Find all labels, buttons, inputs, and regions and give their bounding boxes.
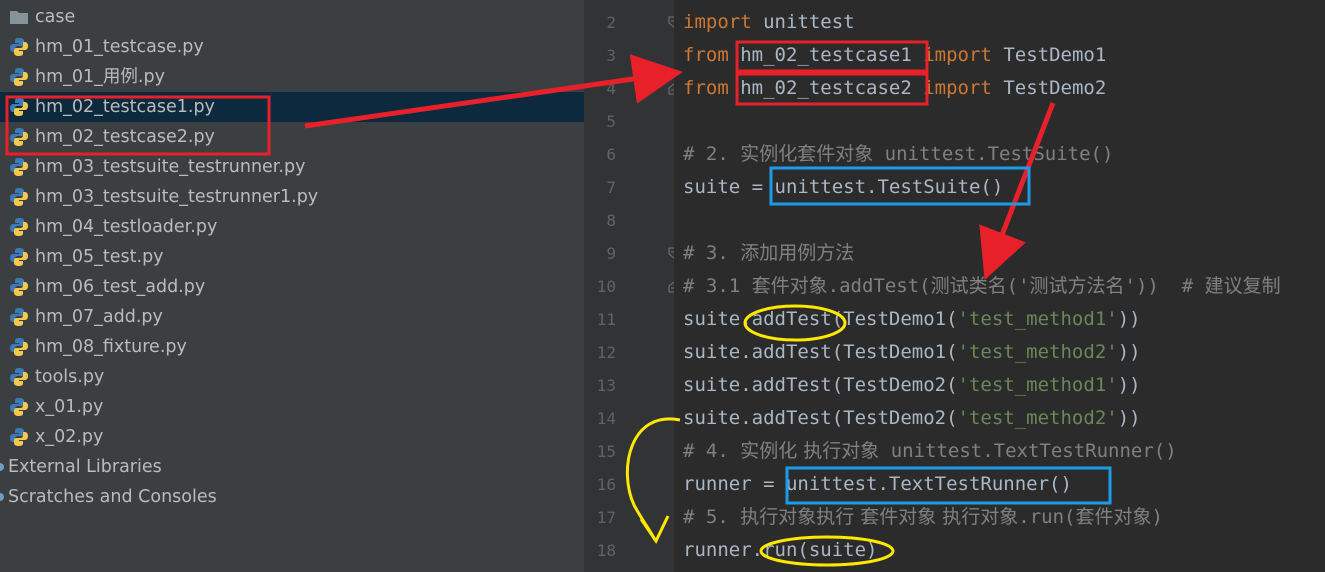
scratches-icon bbox=[0, 493, 4, 501]
python-file-icon bbox=[10, 158, 28, 176]
code-line-11: suite.addTest(TestDemo1('test_method1')) bbox=[683, 308, 1141, 330]
line-number: 16 bbox=[596, 475, 616, 494]
python-file-icon bbox=[10, 338, 28, 356]
tree-item-label: x_01.py bbox=[35, 397, 104, 417]
python-file-icon bbox=[10, 278, 28, 296]
line-number: 4 bbox=[606, 79, 616, 98]
line-number: 7 bbox=[606, 178, 616, 197]
tree-item-label: hm_01_testcase.py bbox=[35, 37, 204, 57]
tree-item-label: tools.py bbox=[35, 367, 105, 387]
tree-item-file[interactable]: x_02.py bbox=[0, 422, 584, 452]
tree-item-label: hm_01_用例.py bbox=[35, 67, 165, 87]
code-line-9: # 3. 添加用例方法 bbox=[683, 242, 855, 264]
code-line-13: suite.addTest(TestDemo2('test_method1')) bbox=[683, 374, 1141, 396]
python-file-icon bbox=[10, 218, 28, 236]
line-number: 3 bbox=[606, 46, 616, 65]
python-file-icon bbox=[10, 188, 28, 206]
tree-item-file[interactable]: hm_08_fixture.py bbox=[0, 332, 584, 362]
library-icon bbox=[0, 463, 4, 471]
tree-item-label: case bbox=[35, 7, 76, 27]
tree-item-file[interactable]: hm_02_testcase2.py bbox=[0, 122, 584, 152]
line-number: 8 bbox=[606, 211, 616, 230]
code-line-6: # 2. 实例化套件对象 unittest.TestSuite() bbox=[683, 143, 1114, 165]
tree-item-file[interactable]: tools.py bbox=[0, 362, 584, 392]
tree-item-label: Scratches and Consoles bbox=[8, 487, 217, 507]
python-file-icon bbox=[10, 398, 28, 416]
tree-item-file[interactable]: hm_03_testsuite_testrunner1.py bbox=[0, 182, 584, 212]
tree-item-file[interactable]: hm_04_testloader.py bbox=[0, 212, 584, 242]
python-file-icon bbox=[10, 308, 28, 326]
line-number: 5 bbox=[606, 112, 616, 131]
code-line-15: # 4. 实例化 执行对象 unittest.TextTestRunner() bbox=[683, 440, 1177, 462]
code-line-3: from hm_02_testcase1 import TestDemo1 bbox=[683, 44, 1107, 66]
code-line-4: from hm_02_testcase2 import TestDemo2 bbox=[683, 77, 1107, 99]
line-number: 2 bbox=[606, 13, 616, 32]
code-line-14: suite.addTest(TestDemo2('test_method2')) bbox=[683, 407, 1141, 429]
python-file-icon bbox=[10, 98, 28, 116]
tree-item-label: hm_06_test_add.py bbox=[35, 277, 206, 297]
tree-item-label: External Libraries bbox=[8, 457, 162, 477]
python-file-icon bbox=[10, 428, 28, 446]
folder-icon bbox=[10, 11, 28, 24]
tree-item-label: hm_02_testcase1.py bbox=[35, 97, 215, 117]
line-number: 15 bbox=[596, 442, 616, 461]
line-number: 11 bbox=[596, 310, 616, 329]
line-number: 13 bbox=[596, 376, 616, 395]
python-file-icon bbox=[10, 38, 28, 56]
code-line-10: # 3.1 套件对象.addTest(测试类名('测试方法名')) # 建议复制 bbox=[683, 275, 1281, 297]
tree-item-file[interactable]: hm_01_testcase.py bbox=[0, 32, 584, 62]
tree-item-file[interactable]: hm_07_add.py bbox=[0, 302, 584, 332]
tree-item-external-libraries[interactable]: External Libraries bbox=[0, 452, 584, 482]
tree-item-label: hm_03_testsuite_testrunner1.py bbox=[35, 187, 319, 207]
tree-item-file[interactable]: hm_02_testcase1.py bbox=[0, 92, 584, 122]
tree-item-label: hm_08_fixture.py bbox=[35, 337, 187, 357]
line-number: 17 bbox=[596, 508, 616, 527]
line-number: 10 bbox=[596, 277, 616, 296]
python-file-icon bbox=[10, 68, 28, 86]
line-number: 9 bbox=[606, 244, 616, 263]
code-line-12: suite.addTest(TestDemo1('test_method2')) bbox=[683, 341, 1141, 363]
tree-item-label: hm_03_testsuite_testrunner.py bbox=[35, 157, 306, 177]
tree-item-file[interactable]: hm_06_test_add.py bbox=[0, 272, 584, 302]
project-tree: case hm_01_testcase.py hm_01_用例.py hm_02_t… bbox=[0, 0, 584, 572]
line-number: 14 bbox=[596, 409, 616, 428]
tree-item-file[interactable]: hm_05_test.py bbox=[0, 242, 584, 272]
code-line-17: # 5. 执行对象执行 套件对象 执行对象.run(套件对象) bbox=[683, 506, 1163, 528]
tree-item-label: x_02.py bbox=[35, 427, 104, 447]
code-line-2: import unittest bbox=[683, 11, 855, 33]
line-number: 12 bbox=[596, 343, 616, 362]
tree-item-label: hm_02_testcase2.py bbox=[35, 127, 215, 147]
tree-item-file[interactable]: hm_01_用例.py bbox=[0, 62, 584, 92]
tree-item-label: hm_05_test.py bbox=[35, 247, 164, 267]
tree-item-scratches[interactable]: Scratches and Consoles bbox=[0, 482, 584, 512]
code-line-18: runner.run(suite) bbox=[683, 539, 878, 561]
code-line-16: runner = unittest.TextTestRunner() bbox=[683, 473, 1072, 495]
python-file-icon bbox=[10, 368, 28, 386]
line-number: 18 bbox=[596, 541, 616, 560]
tree-item-file[interactable]: hm_03_testsuite_testrunner.py bbox=[0, 152, 584, 182]
tree-item-label: hm_07_add.py bbox=[35, 307, 163, 327]
tree-item-file[interactable]: x_01.py bbox=[0, 392, 584, 422]
line-number: 6 bbox=[606, 145, 616, 164]
tree-item-label: hm_04_testloader.py bbox=[35, 217, 218, 237]
tree-folder-case[interactable]: case bbox=[0, 2, 584, 32]
code-line-7: suite = unittest.TestSuite() bbox=[683, 176, 1004, 198]
python-file-icon bbox=[10, 128, 28, 146]
python-file-icon bbox=[10, 248, 28, 266]
